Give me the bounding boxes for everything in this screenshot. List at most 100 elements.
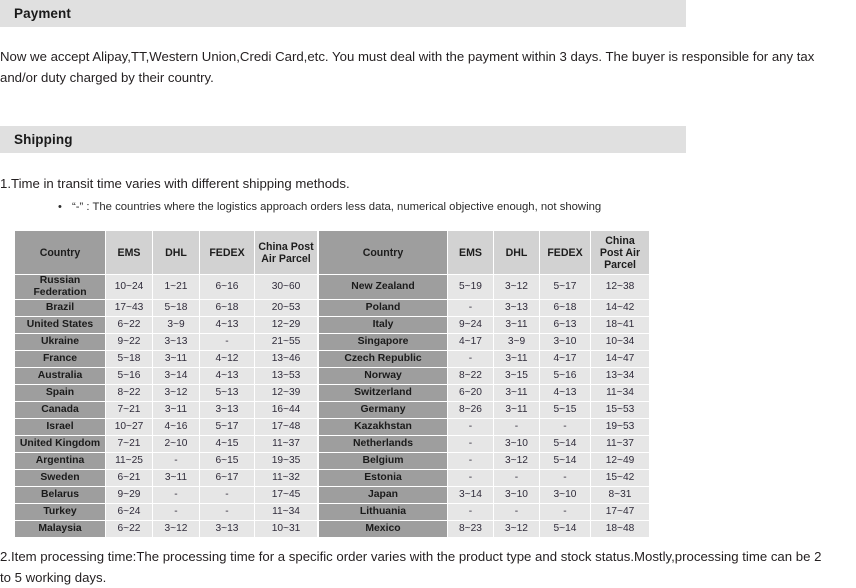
cell-dhl: 3~13 [494,300,539,316]
cell-fedex: 3~10 [540,487,590,503]
cell-fedex: 5~14 [540,436,590,452]
cell-fedex: 5~14 [540,453,590,469]
cell-fedex: 4~12 [200,351,254,367]
cell-ems: 4~17 [448,334,493,350]
cell-country: Mexico [319,521,447,537]
cell-china-post: 30~60 [255,275,317,299]
cell-dhl: 3~11 [494,385,539,401]
cell-country: Belgium [319,453,447,469]
cell-dhl: 3~9 [153,317,199,333]
cell-dhl: - [494,470,539,486]
column-header-dhl: DHL [153,231,199,274]
cell-fedex: - [200,334,254,350]
cell-ems: 7~21 [106,436,152,452]
cell-dhl: 3~12 [153,521,199,537]
shipping-heading: Shipping [14,132,73,147]
cell-fedex: 6~18 [200,300,254,316]
table-row: Singapore 4~17 3~9 3~10 10~34 [319,334,649,350]
cell-china-post: 14~47 [591,351,649,367]
cell-ems: - [448,470,493,486]
cell-fedex: 3~10 [540,334,590,350]
processing-time-note: 2.Item processing time:The processing ti… [0,549,822,585]
cell-country: Ukraine [15,334,105,350]
cell-ems: 8~26 [448,402,493,418]
cell-fedex: 5~13 [200,385,254,401]
cell-china-post: 15~42 [591,470,649,486]
cell-country: Sweden [15,470,105,486]
cell-ems: - [448,504,493,520]
cell-dhl: 5~18 [153,300,199,316]
cell-ems: 3~14 [448,487,493,503]
cell-country: Germany [319,402,447,418]
table-row: Poland -3~13 6~18 14~42 [319,300,649,316]
cell-country: Australia [15,368,105,384]
cell-china-post: 10~34 [591,334,649,350]
cell-ems: 7~21 [106,402,152,418]
cell-china-post: 12~39 [255,385,317,401]
cell-fedex: - [540,504,590,520]
cell-dhl: 3~12 [153,385,199,401]
cell-dhl: 3~14 [153,368,199,384]
cell-fedex: 5~17 [200,419,254,435]
cell-fedex: - [200,504,254,520]
cell-ems: 9~24 [448,317,493,333]
cell-fedex: 4~13 [540,385,590,401]
cell-ems: 6~22 [106,521,152,537]
table-row: Malaysia 6~22 3~12 3~13 10~31 [15,521,317,537]
cell-country: Italy [319,317,447,333]
shipping-tables-container: Country EMS DHL FEDEX China Post Air Par… [14,230,650,538]
cell-ems: 8~22 [106,385,152,401]
cell-country: Estonia [319,470,447,486]
cell-ems: 6~24 [106,504,152,520]
cell-dhl: 3~11 [153,470,199,486]
cell-country: Norway [319,368,447,384]
cell-china-post: 13~34 [591,368,649,384]
cell-ems: 10~24 [106,275,152,299]
cell-fedex: 6~18 [540,300,590,316]
table-row: Kazakhstan - - -19~53 [319,419,649,435]
table-row: Norway 8~22 3~15 5~16 13~34 [319,368,649,384]
table-row: Spain 8~22 3~12 5~13 12~39 [15,385,317,401]
cell-dhl: 3~12 [494,521,539,537]
table-row: France 5~18 3~11 4~12 13~46 [15,351,317,367]
cell-dhl: 3~9 [494,334,539,350]
table-row: Israel 10~27 4~16 5~17 17~48 [15,419,317,435]
table-row: Australia 5~16 3~14 4~13 13~53 [15,368,317,384]
cell-fedex: 3~13 [200,521,254,537]
shipping-table-right: Country EMS DHL FEDEX China Post Air Par… [318,230,650,538]
shipping-section-bar: Shipping [0,126,686,153]
cell-dhl: 3~12 [494,453,539,469]
table-row: Russian Federation 10~24 1~21 6~16 30~60 [15,275,317,299]
table-row: Canada 7~21 3~11 3~13 16~44 [15,402,317,418]
cell-china-post: 13~46 [255,351,317,367]
table-header-row: Country EMS DHL FEDEX China Post Air Par… [15,231,317,274]
cell-china-post: 18~41 [591,317,649,333]
cell-fedex: - [540,419,590,435]
cell-ems: 5~16 [106,368,152,384]
table-row: Turkey 6~24- -11~34 [15,504,317,520]
cell-ems: - [448,351,493,367]
cell-china-post: 8~31 [591,487,649,503]
cell-china-post: 15~53 [591,402,649,418]
table-row: United States 6~22 3~9 4~13 12~29 [15,317,317,333]
cell-country: Japan [319,487,447,503]
cell-dhl: 3~15 [494,368,539,384]
cell-ems: 11~25 [106,453,152,469]
cell-fedex: - [540,470,590,486]
cell-ems: 6~20 [448,385,493,401]
cell-china-post: 16~44 [255,402,317,418]
cell-dhl: 3~10 [494,487,539,503]
payment-body-text: Now we accept Alipay,TT,Western Union,Cr… [0,49,815,85]
table-row: Czech Republic -3~11 4~17 14~47 [319,351,649,367]
table-row: Japan 3~14 3~10 3~10 8~31 [319,487,649,503]
cell-dhl: 3~10 [494,436,539,452]
shipping-table-right-body: New Zealand 5~19 3~12 5~17 12~38 Poland -3~13 6… [319,275,649,537]
cell-ems: 17~43 [106,300,152,316]
cell-dhl: 3~13 [153,334,199,350]
column-header-fedex: FEDEX [540,231,590,274]
cell-china-post: 11~34 [591,385,649,401]
dash-legend-item: • “-” : The countries where the logistic… [58,199,601,215]
cell-ems: 8~22 [448,368,493,384]
cell-country: Canada [15,402,105,418]
cell-dhl: - [153,487,199,503]
